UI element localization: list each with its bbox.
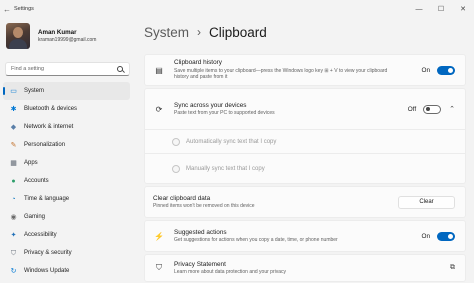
- sidebar-item-label: Accounts: [24, 178, 49, 184]
- auto-sync-radio: [172, 137, 180, 146]
- clear-clipboard-title: Clear clipboard data: [153, 194, 211, 202]
- breadcrumb-parent[interactable]: System: [144, 25, 189, 40]
- manual-sync-radio: [172, 164, 180, 173]
- clear-button[interactable]: Clear: [398, 195, 455, 209]
- sidebar-item-label: Network & internet: [24, 124, 74, 130]
- manual-sync-option: Manually sync text that I copy: [144, 154, 466, 184]
- page-title: Clipboard: [209, 24, 267, 40]
- avatar: [6, 23, 30, 49]
- suggested-actions-toggle[interactable]: [437, 231, 455, 241]
- suggested-actions-desc: Get suggestions for actions when you cop…: [174, 237, 338, 243]
- main-content: System › Clipboard ▤ Clipboard history S…: [140, 18, 470, 283]
- sidebar-item-label: Accessibility: [24, 232, 57, 238]
- privacy-statement-card[interactable]: ⛉ Privacy Statement Learn more about dat…: [144, 254, 466, 282]
- sidebar-item-label: Apps: [24, 160, 38, 166]
- minimize-icon[interactable]: —: [408, 0, 430, 18]
- sidebar-item-gaming[interactable]: ◉ Gaming: [3, 208, 130, 226]
- sidebar-item-windows-update[interactable]: ↻ Windows Update: [3, 262, 130, 280]
- sidebar-item-label: Personalization: [24, 142, 66, 148]
- sidebar-item-system[interactable]: ▭ System: [3, 82, 130, 100]
- sync-devices-state: Off: [407, 105, 417, 113]
- brush-icon: ✎: [10, 141, 17, 149]
- clear-clipboard-desc: Pinned items won't be removed on this de…: [153, 203, 255, 209]
- privacy-statement-desc: Learn more about data protection and you…: [174, 269, 287, 275]
- search-box[interactable]: [5, 62, 130, 76]
- user-profile[interactable]: Aman Kumar kraman19999@gmail.com: [0, 18, 136, 54]
- sync-devices-title: Sync across your devices: [174, 101, 247, 109]
- sync-devices-desc: Paste text from your PC to supported dev…: [174, 110, 275, 116]
- clipboard-history-toggle[interactable]: [437, 65, 455, 75]
- lightning-icon: ⚡: [154, 231, 164, 241]
- profile-email: kraman19999@gmail.com: [38, 37, 97, 43]
- manual-sync-label: Manually sync text that I copy: [186, 165, 265, 172]
- sidebar-item-label: Privacy & security: [24, 250, 72, 256]
- back-arrow-icon[interactable]: ←: [0, 5, 14, 14]
- privacy-statement-title: Privacy Statement: [174, 260, 226, 268]
- breadcrumb-separator: ›: [197, 25, 202, 39]
- shield-icon: ⛉: [10, 249, 17, 257]
- auto-sync-label: Automatically sync text that I copy: [186, 138, 277, 145]
- sidebar-item-personalization[interactable]: ✎ Personalization: [3, 136, 130, 154]
- clipboard-history-card: ▤ Clipboard history Save multiple items …: [144, 54, 466, 86]
- chevron-up-icon[interactable]: ⌃: [449, 105, 455, 113]
- gamepad-icon: ◉: [10, 213, 17, 221]
- clipboard-history-desc: Save multiple items to your clipboard—pr…: [174, 67, 388, 81]
- search-input[interactable]: [11, 66, 117, 72]
- clipboard-history-state: On: [421, 66, 430, 74]
- suggested-actions-title: Suggested actions: [174, 228, 227, 236]
- accessibility-icon: ✦: [10, 231, 17, 239]
- sidebar-item-time-language[interactable]: ◔ Time & language: [3, 190, 130, 208]
- clear-clipboard-card: Clear clipboard data Pinned items won't …: [144, 186, 466, 218]
- sidebar-item-network[interactable]: ◆ Network & internet: [3, 118, 130, 136]
- sync-devices-toggle[interactable]: [423, 104, 442, 114]
- sidebar: Aman Kumar kraman19999@gmail.com ▭ Syste…: [0, 18, 136, 283]
- sidebar-item-label: System: [24, 88, 45, 94]
- external-link-icon[interactable]: ⧉: [450, 264, 455, 272]
- sidebar-item-label: Bluetooth & devices: [24, 106, 78, 112]
- apps-icon: ▦: [10, 159, 17, 167]
- auto-sync-option: Automatically sync text that I copy: [144, 130, 466, 154]
- profile-name: Aman Kumar: [38, 29, 77, 36]
- close-icon[interactable]: ✕: [452, 0, 474, 18]
- wifi-icon: ◆: [10, 123, 17, 131]
- search-icon[interactable]: [117, 65, 124, 73]
- sidebar-item-privacy-security[interactable]: ⛉ Privacy & security: [3, 244, 130, 262]
- sidebar-item-accounts[interactable]: ● Accounts: [3, 172, 130, 190]
- clipboard-icon: ▤: [155, 65, 163, 75]
- sync-devices-card[interactable]: ⟳ Sync across your devices Paste text fr…: [144, 88, 466, 130]
- globe-clock-icon: ◔: [11, 195, 16, 203]
- title-bar: ← Settings — ☐ ✕: [0, 0, 474, 18]
- bluetooth-icon: ✱: [10, 105, 17, 113]
- sidebar-item-label: Windows Update: [24, 268, 70, 274]
- breadcrumb: System › Clipboard: [140, 18, 470, 46]
- suggested-actions-state: On: [421, 232, 430, 240]
- shield-icon: ⛉: [156, 263, 162, 272]
- window-controls: — ☐ ✕: [408, 0, 474, 18]
- window-title: Settings: [14, 6, 34, 12]
- clipboard-history-title: Clipboard history: [174, 59, 222, 67]
- suggested-actions-card: ⚡ Suggested actions Get suggestions for …: [144, 220, 466, 252]
- sidebar-item-label: Time & language: [24, 196, 70, 202]
- monitor-icon: ▭: [10, 87, 17, 95]
- maximize-icon[interactable]: ☐: [430, 0, 452, 18]
- sidebar-nav: ▭ System ✱ Bluetooth & devices ◆ Network…: [0, 82, 136, 280]
- sidebar-item-bluetooth[interactable]: ✱ Bluetooth & devices: [3, 100, 130, 118]
- sync-icon: ⟳: [155, 104, 163, 114]
- sidebar-item-label: Gaming: [24, 214, 46, 220]
- update-icon: ↻: [10, 267, 17, 275]
- sidebar-item-accessibility[interactable]: ✦ Accessibility: [3, 226, 130, 244]
- sidebar-item-apps[interactable]: ▦ Apps: [3, 154, 130, 172]
- person-icon: ●: [11, 177, 16, 185]
